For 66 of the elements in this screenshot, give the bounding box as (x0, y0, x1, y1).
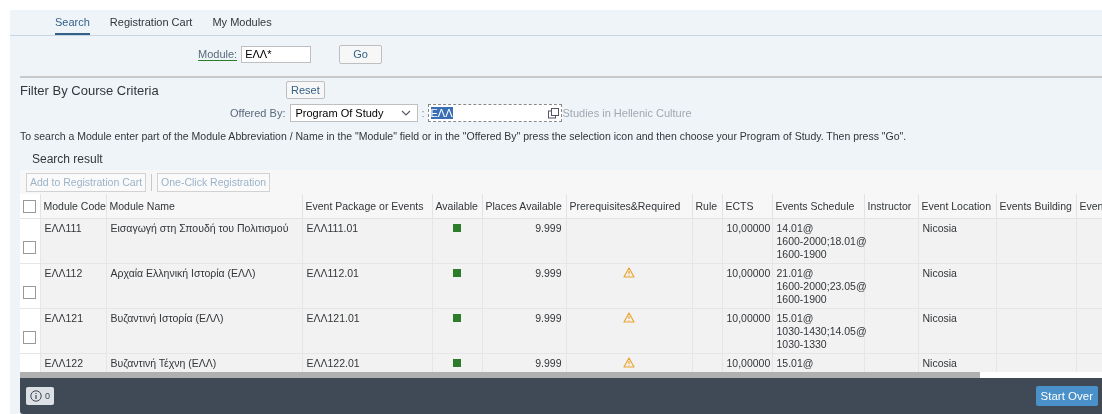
filter-title: Filter By Course Criteria (20, 82, 160, 98)
row-checkbox[interactable] (23, 285, 36, 299)
program-code-field[interactable]: ΕΛΛ (427, 104, 562, 122)
table-cell: 15.01@ (776, 357, 814, 370)
instruction-text: To search a Module enter part of the Module Abbreviation / Name in the "Module" field or in the "Offered By" press the selection icon and then choose your Program of Study. Then press "Go". (19, 129, 908, 144)
table-cell: 10,00000 (726, 222, 771, 234)
column-header: Event Location (918, 194, 996, 219)
reset-button[interactable]: Reset (286, 81, 325, 99)
column-header: Places Available (482, 194, 566, 219)
table-cell: ΕΛΛ121.01 (306, 312, 360, 324)
table-cell: ΕΛΛ111 (44, 222, 82, 234)
separator-colon: : (421, 107, 425, 119)
module-label: Module: (198, 47, 238, 61)
table-cell: Αρχαία Ελληνική Ιστορία (ΕΛΛ) (110, 267, 256, 279)
program-description: Studies in Hellenic Culture (562, 107, 692, 119)
table-cell: 15.01@ 1030-1430;14.05@ 1030-1330 (776, 312, 867, 351)
table-cell: ΕΛΛ121 (44, 312, 84, 324)
table-cell: ΕΛΛ122 (44, 357, 84, 369)
column-header: Prerequisites&Required (566, 194, 692, 219)
table-cell: ΕΛΛ112.01 (306, 267, 359, 279)
table-cell: 10,00000 (726, 312, 771, 324)
go-button[interactable]: Go (339, 44, 383, 64)
table-cell: Nicosia (922, 357, 957, 369)
table-cell: 9.999 (535, 357, 562, 369)
info-icon (30, 390, 42, 402)
table-cell: 10,00000 (726, 357, 771, 369)
column-header: Module Name (106, 194, 302, 219)
table-cell: 14.01@ 1600-2000;18.01@ 1600-1900 (776, 222, 867, 261)
table-cell: Nicosia (922, 222, 957, 234)
column-header: Events Building (996, 194, 1076, 219)
tab[interactable]: Registration Cart (109, 10, 193, 35)
table-cell: Nicosia (922, 267, 957, 279)
messages-button[interactable]: 0 (26, 387, 54, 405)
table-cell: ΕΛΛ112 (44, 267, 83, 279)
column-header: Event Package or Events (302, 194, 432, 219)
table-cell: 21.01@ 1600-2000;23.05@ 1600-1900 (776, 267, 867, 306)
tab[interactable]: My Modules (212, 10, 272, 35)
table-cell: 9.999 (535, 312, 562, 324)
offered-by-label: Offered By: (230, 107, 286, 119)
chevron-down-icon (401, 110, 412, 116)
column-header: Available (432, 194, 482, 219)
tab[interactable]: Search (55, 10, 90, 35)
table-cell: Nicosia (922, 312, 957, 324)
table-cell: Εισαγωγή στη Σπουδή του Πολιτισμού (110, 222, 289, 234)
column-header: Even (1076, 194, 1102, 219)
horizontal-scrollbar[interactable] (20, 372, 980, 378)
table-cell: Βυζαντινή Τέχνη (ΕΛΛ) (110, 357, 217, 369)
module-input-field[interactable]: ΕΛΛ* (241, 45, 312, 63)
column-header: Instructor (864, 194, 918, 219)
column-header: Module Code (40, 194, 106, 219)
table-cell: 9.999 (535, 267, 562, 279)
column-header: Rule (692, 194, 722, 219)
table-cell: ΕΛΛ111.01 (306, 222, 359, 234)
value-help-icon[interactable] (547, 107, 559, 119)
table-cell: ΕΛΛ122.01 (306, 357, 360, 369)
table-cell: 10,00000 (726, 267, 771, 279)
row-checkbox[interactable] (23, 240, 36, 254)
table-cell: Βυζαντινή Ιστορία (ΕΛΛ) (110, 312, 224, 324)
select-all-checkbox[interactable] (23, 199, 36, 213)
column-header: Events Schedule (772, 194, 864, 219)
offered-by-dropdown[interactable]: Program Of Study (290, 104, 419, 122)
column-header: ECTS (722, 194, 772, 219)
table-cell: 9.999 (535, 222, 562, 234)
start-over-button[interactable]: Start Over (1035, 386, 1098, 406)
search-result-title: Search result (31, 151, 104, 168)
row-checkbox[interactable] (23, 330, 36, 344)
